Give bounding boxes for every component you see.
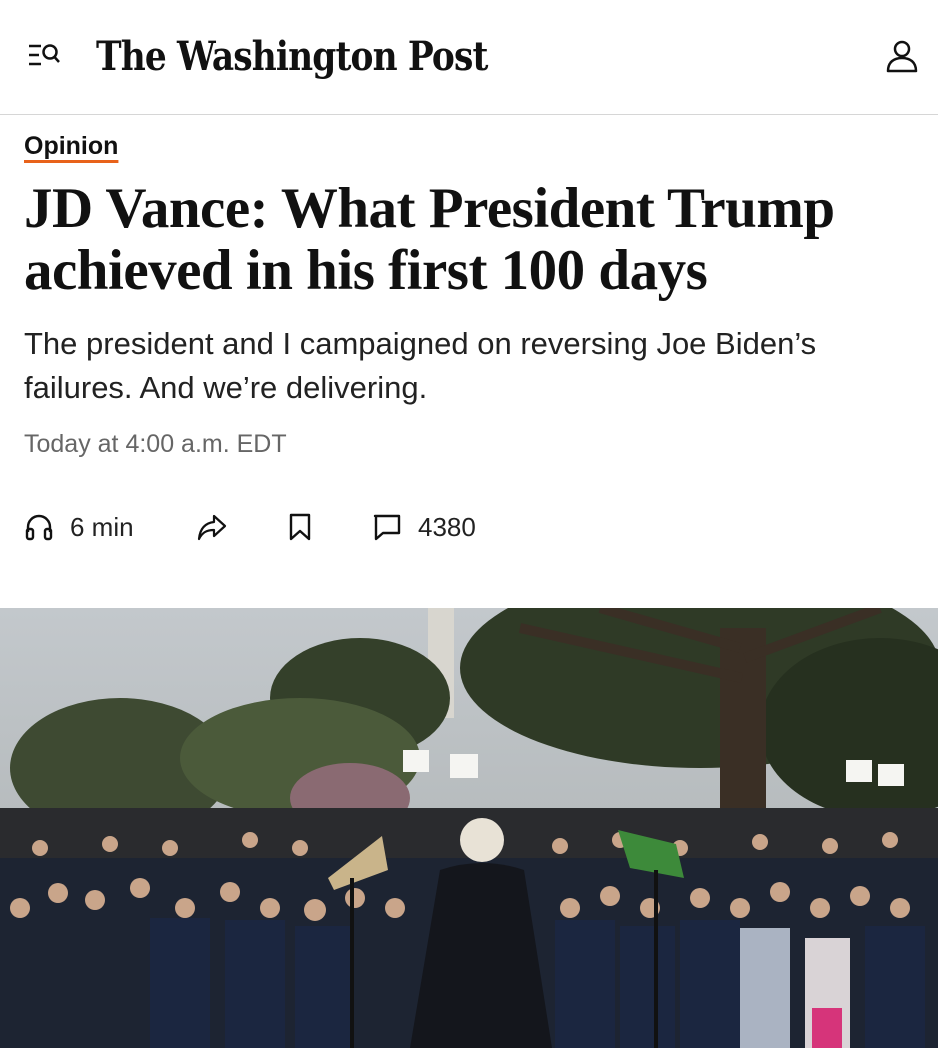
share-button[interactable] [196,505,228,549]
section-label-opinion[interactable]: Opinion [24,130,118,162]
user-icon[interactable] [884,38,920,74]
article-subheadline: The president and I campaigned on revers… [24,326,817,405]
article-headline: JD Vance: What President Trump achieved … [24,177,835,302]
comments-count: 4380 [418,511,476,542]
headphones-icon [24,512,54,542]
article-timestamp: Today at 4:00 a.m. EDT [24,430,287,458]
listen-duration: 6 min [70,511,134,542]
article-action-bar: 6 min 4380 [24,505,624,549]
bookmark-button[interactable] [288,505,312,549]
site-logo[interactable]: The Washington Post [96,30,488,84]
comment-icon [372,512,402,542]
top-navigation-bar: The Washington Post [0,0,938,115]
comments-button[interactable]: 4380 [372,505,476,549]
listen-button[interactable]: 6 min [24,505,134,549]
bookmark-icon [288,512,312,542]
share-icon [196,512,228,542]
hero-photo [0,608,938,1048]
menu-search-icon[interactable] [26,40,62,72]
